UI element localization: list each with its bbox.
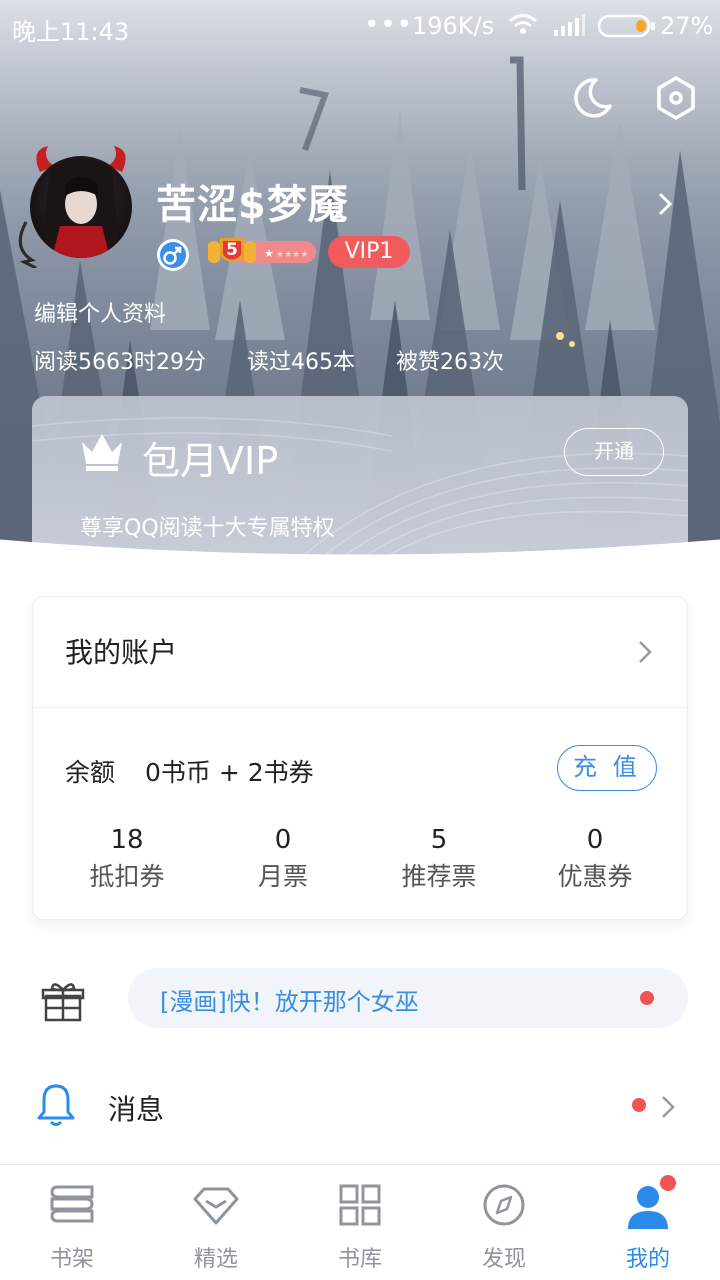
- promo-banner[interactable]: [漫画]快！放开那个女巫: [128, 968, 688, 1028]
- settings-icon[interactable]: [652, 74, 700, 122]
- status-time: 晚上11:43: [12, 18, 130, 46]
- tab-featured[interactable]: 精选: [144, 1165, 288, 1280]
- tab-label: 书库: [337, 1247, 382, 1272]
- metric-label: 优惠券: [557, 862, 633, 891]
- vip-open-button[interactable]: 开通: [564, 428, 664, 476]
- promo-text: [漫画]快！放开那个女巫: [160, 988, 419, 1016]
- metric-monthly-tickets[interactable]: 0 月票: [205, 823, 361, 897]
- vip-title: 包月VIP: [142, 439, 279, 483]
- gift-icon: [40, 980, 86, 1026]
- metric-value: 0: [274, 825, 292, 855]
- header-curve: [0, 539, 720, 560]
- metric-value: 0: [586, 825, 604, 855]
- recharge-button[interactable]: 充 值: [557, 745, 657, 791]
- svg-text:★★★★: ★★★★: [276, 250, 308, 260]
- metric-label: 推荐票: [401, 862, 477, 891]
- balance-value: 0书币 + 2书券: [145, 758, 314, 787]
- books-read: 读过465本: [246, 350, 355, 375]
- tab-bookshelf[interactable]: 书架: [0, 1165, 144, 1280]
- crown-icon: [78, 430, 126, 478]
- level-badge[interactable]: ★ ★★★★ 5: [206, 234, 318, 274]
- metric-label: 月票: [257, 862, 308, 891]
- messages-chevron-icon[interactable]: [660, 1094, 676, 1124]
- tab-me[interactable]: 我的: [576, 1165, 720, 1280]
- balance-label: 余额: [65, 758, 116, 787]
- edit-profile-link[interactable]: 编辑个人资料: [34, 296, 166, 328]
- messages-notification-dot: [632, 1098, 646, 1112]
- wifi-icon: [508, 12, 538, 42]
- likes-count: 被赞263次: [395, 350, 504, 375]
- network-speed: 196K/s: [412, 12, 495, 40]
- account-chevron-icon[interactable]: [637, 639, 653, 669]
- divider: [33, 707, 689, 708]
- metric-discount-coupons[interactable]: 0 优惠券: [517, 823, 673, 897]
- tab-label: 我的: [625, 1247, 670, 1272]
- grid-icon: [339, 1184, 381, 1226]
- level-number: 5: [226, 240, 238, 260]
- avatar[interactable]: [18, 142, 144, 268]
- signal-icon: [552, 14, 586, 44]
- metric-value: 5: [430, 825, 448, 855]
- battery-percentage: 27%: [660, 12, 714, 40]
- diamond-icon: [193, 1187, 239, 1225]
- compass-icon: [483, 1184, 525, 1226]
- promo-notification-dot: [640, 991, 654, 1005]
- account-card: 我的账户 余额 0书币 + 2书券 充 值 18 抵扣券 0 月票 5 推荐票 …: [32, 596, 689, 920]
- account-title[interactable]: 我的账户: [65, 631, 177, 671]
- tab-label: 精选: [193, 1247, 238, 1272]
- profile-header: 晚上11:43 ••• 196K/s 27% 苦涩$梦魇 ★ ★★★★ 5 VI…: [0, 0, 720, 560]
- svg-text:★: ★: [264, 247, 274, 260]
- status-dots: •••: [364, 10, 414, 40]
- reading-stats: 阅读5663时29分 读过465本 被赞263次: [34, 344, 538, 376]
- metric-deduction-coupons[interactable]: 18 抵扣券: [49, 823, 205, 897]
- messages-label[interactable]: 消息: [108, 1088, 164, 1128]
- profile-chevron-icon[interactable]: [656, 190, 676, 222]
- battery-icon: [597, 14, 656, 44]
- tab-label: 书架: [49, 1247, 94, 1272]
- night-mode-icon[interactable]: [566, 74, 614, 122]
- username[interactable]: 苦涩$梦魇: [156, 172, 349, 230]
- tab-library[interactable]: 书库: [288, 1165, 432, 1280]
- metric-label: 抵扣券: [89, 862, 165, 891]
- bell-icon: [36, 1082, 76, 1132]
- tab-notification-dot: [660, 1175, 676, 1191]
- metric-value: 18: [110, 825, 144, 855]
- status-bar: 晚上11:43 ••• 196K/s 27%: [0, 0, 720, 52]
- bottom-tab-bar: 书架 精选 书库 发现 我的: [0, 1164, 720, 1280]
- metric-recommend-tickets[interactable]: 5 推荐票: [361, 823, 517, 897]
- tab-label: 发现: [481, 1247, 526, 1272]
- vip-level-badge[interactable]: VIP1: [328, 236, 410, 268]
- bookshelf-icon: [50, 1185, 94, 1223]
- tab-discover[interactable]: 发现: [432, 1165, 576, 1280]
- male-gender-icon: [156, 238, 190, 276]
- reading-time: 阅读5663时29分: [34, 350, 206, 375]
